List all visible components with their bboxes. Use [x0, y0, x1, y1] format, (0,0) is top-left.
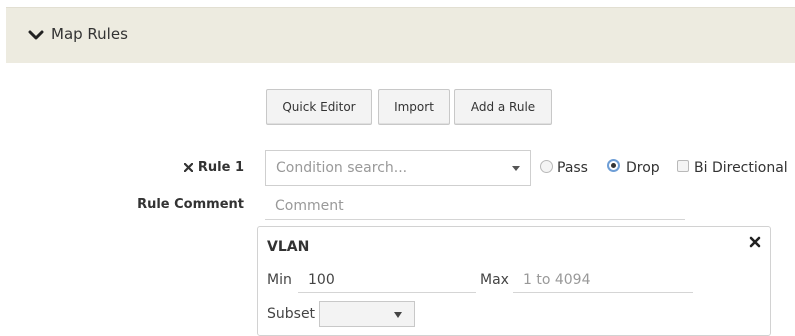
add-rule-button[interactable]: Add a Rule — [454, 89, 552, 125]
condition-search-placeholder: Condition search... — [276, 160, 408, 176]
pass-radio[interactable] — [540, 160, 553, 173]
rule-comment-label: Rule Comment — [137, 197, 244, 212]
subset-select[interactable] — [319, 301, 415, 327]
subset-label: Subset — [267, 306, 316, 322]
caret-down-icon — [512, 166, 520, 171]
rule-label-text: Rule 1 — [197, 160, 244, 175]
drop-radio[interactable] — [607, 159, 620, 172]
caret-down-icon — [394, 312, 402, 318]
bidirectional-label: Bi Directional — [694, 160, 788, 176]
vlan-condition-box: VLAN Min Max Subset — [257, 226, 771, 336]
comment-input[interactable] — [265, 193, 685, 220]
max-input[interactable] — [513, 267, 693, 293]
pass-label: Pass — [557, 160, 588, 176]
min-label: Min — [267, 272, 292, 288]
chevron-down-icon — [28, 30, 44, 40]
panel-title: Map Rules — [51, 25, 128, 43]
quick-editor-button[interactable]: Quick Editor — [266, 89, 372, 125]
map-rules-header[interactable]: Map Rules — [6, 7, 795, 63]
condition-search-select[interactable]: Condition search... — [265, 150, 531, 186]
vlan-title: VLAN — [267, 239, 310, 255]
import-button[interactable]: Import — [378, 89, 450, 125]
min-input[interactable] — [298, 267, 476, 293]
close-icon[interactable] — [749, 236, 761, 248]
rule-label: Rule 1 — [140, 160, 244, 175]
close-icon[interactable] — [183, 162, 194, 173]
max-label: Max — [480, 272, 509, 288]
bidirectional-checkbox[interactable] — [677, 160, 689, 172]
drop-label: Drop — [626, 160, 660, 176]
